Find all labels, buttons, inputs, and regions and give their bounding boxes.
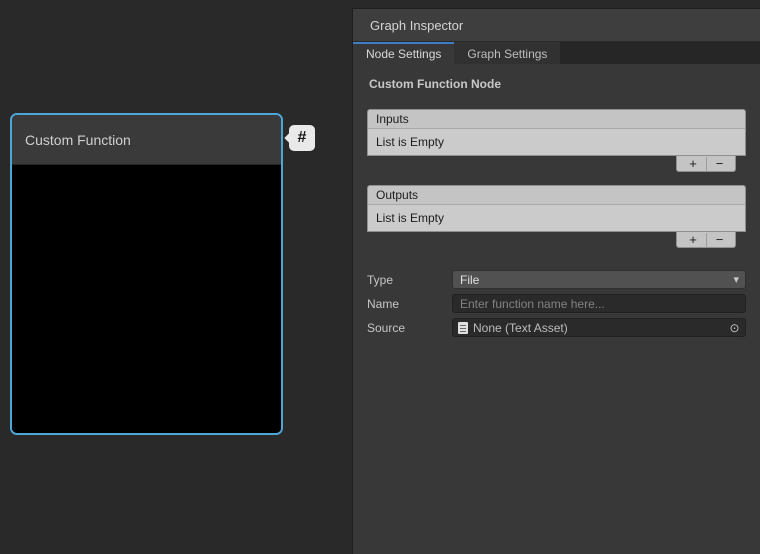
outputs-list: Outputs List is Empty + − <box>367 185 746 248</box>
outputs-add-button[interactable]: + <box>680 233 706 247</box>
chevron-down-icon: ▾ <box>733 273 739 286</box>
outputs-list-body: List is Empty <box>367 205 746 232</box>
graph-canvas[interactable]: Custom Function # Graph Inspector Node S… <box>0 0 760 554</box>
outputs-list-title: Outputs <box>376 188 418 202</box>
node-title: Custom Function <box>25 132 131 148</box>
graph-inspector-panel: Graph Inspector Node Settings Graph Sett… <box>352 8 760 554</box>
inputs-empty-text: List is Empty <box>376 135 444 149</box>
text-asset-icon <box>458 322 468 334</box>
node-header[interactable]: Custom Function <box>12 115 281 165</box>
source-field-row: Source None (Text Asset) ⊙ <box>367 318 746 337</box>
inputs-list-footer-row: + − <box>367 156 746 172</box>
outputs-list-footer: + − <box>676 232 736 248</box>
custom-function-node[interactable]: Custom Function <box>10 113 283 435</box>
type-dropdown-value: File <box>460 273 479 287</box>
inputs-add-button[interactable]: + <box>680 157 706 171</box>
inputs-list-footer: + − <box>676 156 736 172</box>
inspector-tabs: Node Settings Graph Settings <box>353 42 760 64</box>
object-picker-icon[interactable]: ⊙ <box>726 319 743 336</box>
section-title: Custom Function Node <box>369 77 744 91</box>
tab-graph-settings-label: Graph Settings <box>467 47 547 61</box>
inspector-titlebar[interactable]: Graph Inspector <box>353 9 760 42</box>
source-object-value: None (Text Asset) <box>473 321 568 335</box>
function-name-input[interactable] <box>452 294 746 313</box>
source-label: Source <box>367 321 452 335</box>
type-field-row: Type File ▾ <box>367 270 746 289</box>
name-label: Name <box>367 297 452 311</box>
inputs-list: Inputs List is Empty + − <box>367 109 746 172</box>
inputs-list-body: List is Empty <box>367 129 746 156</box>
outputs-list-header: Outputs <box>367 185 746 205</box>
tab-node-settings-label: Node Settings <box>366 47 441 61</box>
type-dropdown[interactable]: File ▾ <box>452 270 746 289</box>
source-object-field[interactable]: None (Text Asset) ⊙ <box>452 318 746 337</box>
outputs-list-footer-row: + − <box>367 232 746 248</box>
hash-icon: # <box>298 129 307 147</box>
tab-node-settings[interactable]: Node Settings <box>353 42 454 64</box>
inspector-title: Graph Inspector <box>370 18 463 33</box>
node-preview <box>12 165 281 435</box>
tab-graph-settings[interactable]: Graph Settings <box>454 42 560 64</box>
outputs-empty-text: List is Empty <box>376 211 444 225</box>
inputs-list-header: Inputs <box>367 109 746 129</box>
hash-badge[interactable]: # <box>289 125 315 151</box>
inputs-list-title: Inputs <box>376 112 409 126</box>
outputs-remove-button[interactable]: − <box>706 233 732 247</box>
name-field-row: Name <box>367 294 746 313</box>
type-label: Type <box>367 273 452 287</box>
inputs-remove-button[interactable]: − <box>706 157 732 171</box>
